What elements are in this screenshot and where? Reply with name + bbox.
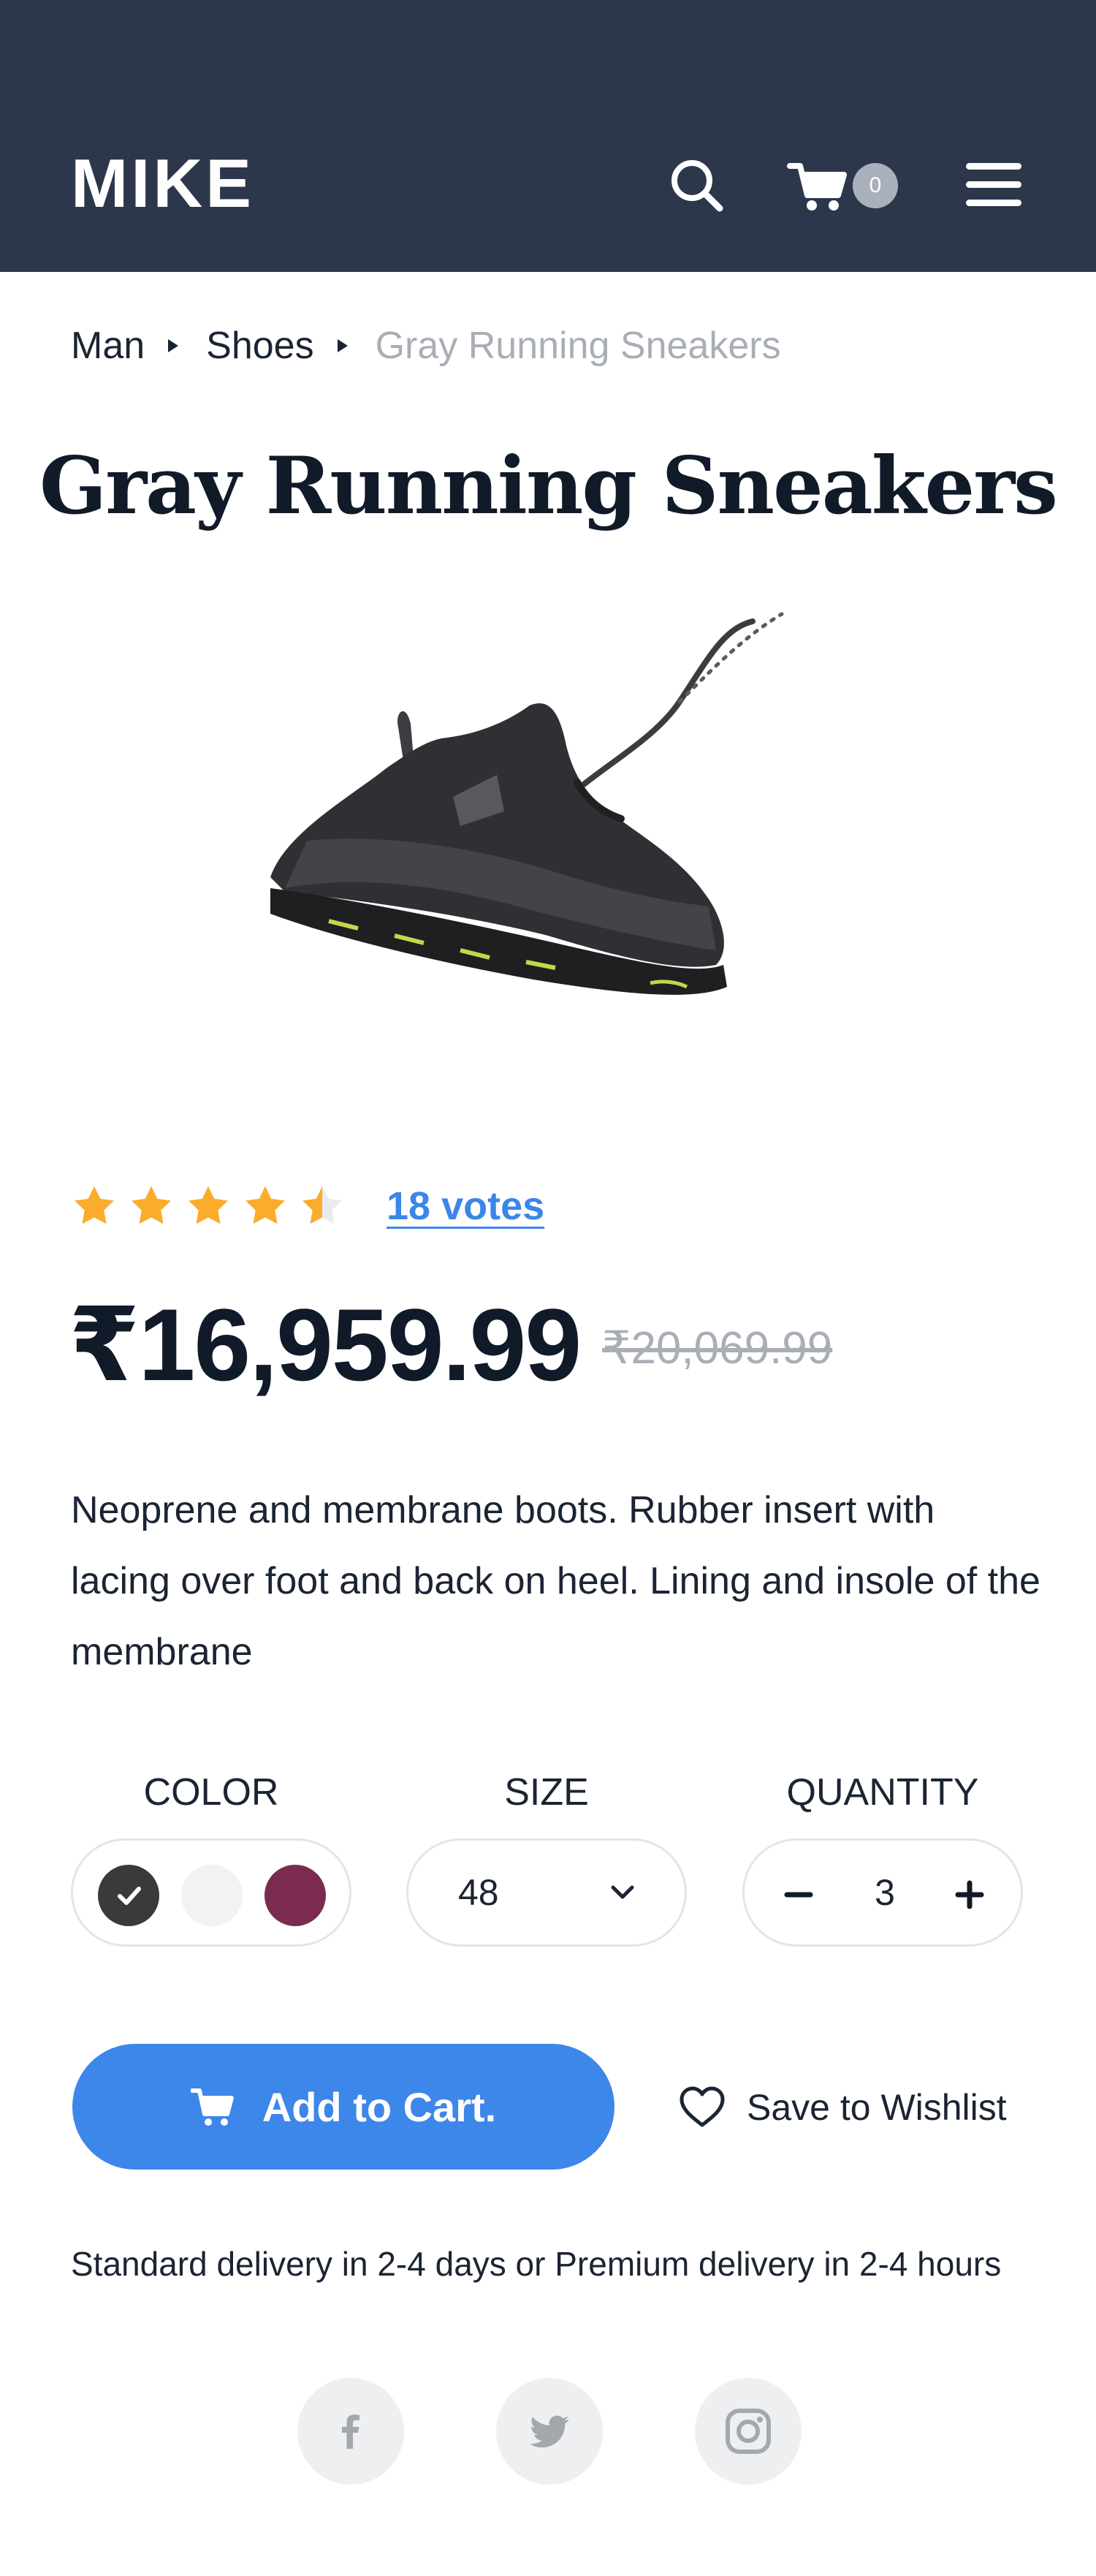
product-title: Gray Running Sneakers bbox=[39, 440, 1058, 532]
add-to-cart-label: Add to Cart. bbox=[262, 2083, 497, 2130]
size-select[interactable]: 48 bbox=[406, 1838, 687, 1947]
quantity-label: QUANTITY bbox=[786, 1771, 979, 1814]
cart-button[interactable]: 0 bbox=[785, 150, 902, 220]
color-label: COLOR bbox=[143, 1771, 279, 1814]
breadcrumb-separator-icon bbox=[337, 339, 348, 352]
heart-icon bbox=[680, 2086, 725, 2127]
color-swatch-plum[interactable] bbox=[265, 1865, 326, 1926]
sneaker-illustration bbox=[270, 612, 784, 995]
twitter-icon bbox=[530, 2415, 569, 2448]
original-price: ₹20,069.99 bbox=[602, 1323, 833, 1374]
current-price: ₹16,959.99 bbox=[69, 1287, 582, 1402]
color-swatch-dark-gray[interactable] bbox=[98, 1865, 159, 1926]
quantity-increase-button[interactable] bbox=[940, 1865, 999, 1924]
add-to-cart-button[interactable]: Add to Cart. bbox=[72, 2044, 614, 2170]
check-icon bbox=[118, 1887, 141, 1905]
star-full-icon bbox=[189, 1186, 228, 1224]
delivery-info: Standard delivery in 2-4 days or Premium… bbox=[71, 2245, 1002, 2283]
color-selector bbox=[71, 1838, 351, 1947]
search-icon bbox=[671, 160, 723, 212]
votes-link[interactable]: 18 votes bbox=[387, 1183, 544, 1229]
breadcrumb-item-shoes[interactable]: Shoes bbox=[206, 324, 313, 368]
wishlist-label: Save to Wishlist bbox=[747, 2087, 1007, 2128]
cart-count-badge: 0 bbox=[853, 163, 898, 208]
quantity-decrease-button[interactable] bbox=[769, 1865, 828, 1924]
facebook-icon bbox=[342, 2414, 359, 2449]
facebook-button[interactable] bbox=[297, 2378, 404, 2485]
product-rating: 18 votes bbox=[71, 1177, 544, 1235]
instagram-button[interactable] bbox=[695, 2378, 802, 2485]
twitter-button[interactable] bbox=[496, 2378, 603, 2485]
product-description: Neoprene and membrane boots. Rubber inse… bbox=[71, 1489, 1040, 1673]
menu-button[interactable] bbox=[959, 150, 1029, 220]
size-value: 48 bbox=[458, 1872, 499, 1913]
plus-icon bbox=[955, 1880, 984, 1909]
instagram-icon bbox=[726, 2409, 771, 2454]
product-image bbox=[241, 556, 869, 1096]
chevron-down-icon bbox=[611, 1885, 634, 1899]
breadcrumb-item-man[interactable]: Man bbox=[71, 324, 145, 368]
cart-icon bbox=[787, 163, 847, 211]
minus-icon bbox=[784, 1892, 813, 1898]
star-full-icon bbox=[132, 1186, 171, 1224]
color-swatch-white[interactable] bbox=[181, 1865, 243, 1926]
size-label: SIZE bbox=[504, 1771, 589, 1814]
cart-icon bbox=[190, 2088, 234, 2126]
quantity-stepper: 3 bbox=[742, 1838, 1023, 1947]
hamburger-menu-icon bbox=[966, 163, 1021, 206]
star-half-icon bbox=[302, 1186, 342, 1224]
star-full-icon bbox=[246, 1186, 285, 1224]
save-to-wishlist-button[interactable]: Save to Wishlist bbox=[678, 2075, 1007, 2140]
brand-logo[interactable]: MIKE bbox=[71, 143, 254, 224]
search-button[interactable] bbox=[661, 150, 731, 220]
quantity-value[interactable]: 3 bbox=[848, 1841, 921, 1944]
site-header: MIKE 0 bbox=[0, 0, 1096, 272]
breadcrumb: Man Shoes Gray Running Sneakers bbox=[71, 320, 781, 371]
breadcrumb-separator-icon bbox=[168, 339, 179, 352]
star-full-icon bbox=[75, 1186, 114, 1224]
breadcrumb-current: Gray Running Sneakers bbox=[375, 325, 781, 367]
